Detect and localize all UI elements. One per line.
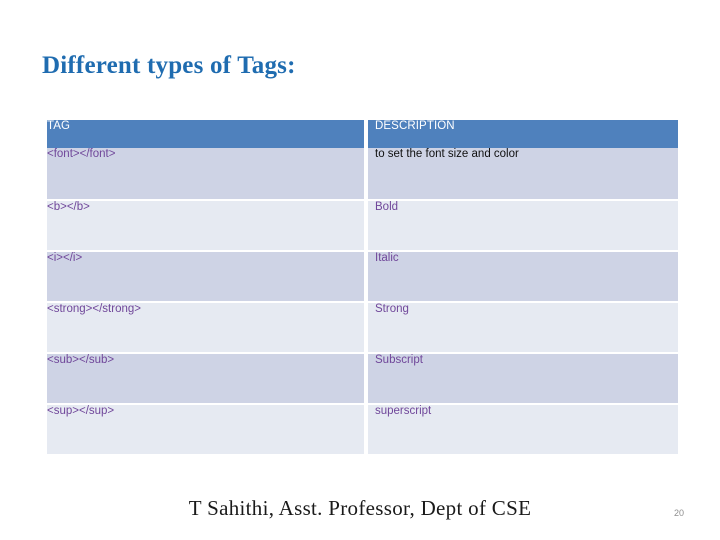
table-row: <strong></strong> Strong — [47, 301, 678, 352]
page-title: Different types of Tags: — [42, 52, 296, 79]
tags-table: TAG DESCRIPTION <font></font> to set the… — [47, 120, 678, 454]
cell-description: Italic — [364, 250, 678, 301]
cell-description: superscript — [364, 403, 678, 454]
cell-tag: <b></b> — [47, 199, 364, 250]
cell-description: Subscript — [364, 352, 678, 403]
table-row: <sup></sup> superscript — [47, 403, 678, 454]
slide-canvas: Different types of Tags: TAG DESCRIPTION… — [0, 0, 720, 540]
cell-description: to set the font size and color — [364, 148, 678, 199]
table-row: <font></font> to set the font size and c… — [47, 148, 678, 199]
cell-tag: <sup></sup> — [47, 403, 364, 454]
cell-description: Bold — [364, 199, 678, 250]
cell-tag: <i></i> — [47, 250, 364, 301]
table-row: <b></b> Bold — [47, 199, 678, 250]
cell-description: Strong — [364, 301, 678, 352]
cell-tag: <strong></strong> — [47, 301, 364, 352]
column-header-tag: TAG — [47, 120, 364, 148]
cell-tag: <sub></sub> — [47, 352, 364, 403]
table-row: <sub></sub> Subscript — [47, 352, 678, 403]
footer-author: T Sahithi, Asst. Professor, Dept of CSE — [188, 496, 532, 520]
cell-tag: <font></font> — [47, 148, 364, 199]
page-number: 20 — [673, 508, 684, 518]
table-header-row: TAG DESCRIPTION — [47, 120, 678, 148]
column-header-description: DESCRIPTION — [364, 120, 678, 148]
table-row: <i></i> Italic — [47, 250, 678, 301]
